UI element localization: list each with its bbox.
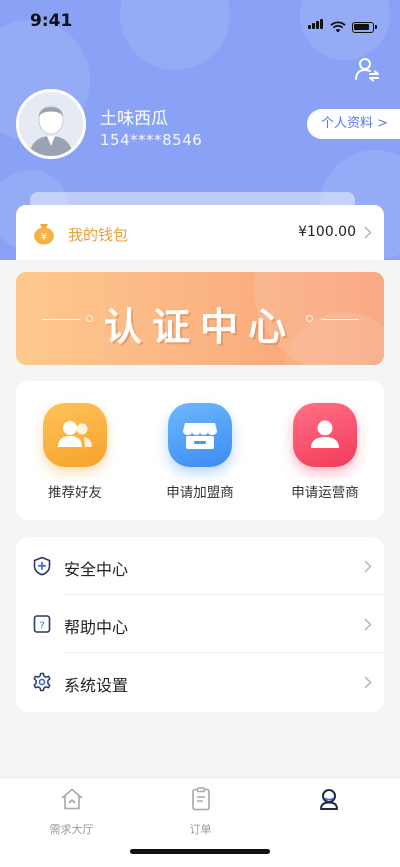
certification-banner[interactable]: 认证中心: [16, 272, 384, 365]
chevron-right-icon: [364, 560, 372, 573]
settings-menu: 安全中心 ? 帮助中心 系统设置: [16, 537, 384, 712]
avatar[interactable]: [16, 89, 86, 159]
menu-label: 安全中心: [64, 560, 129, 579]
action-grid: 推荐好友 申请加盟商 申请运营商: [16, 381, 384, 520]
help-icon: ?: [33, 615, 51, 633]
order-icon: [191, 787, 210, 811]
wallet-label: 我的钱包: [68, 226, 129, 244]
friends-icon: [43, 403, 107, 467]
operator-icon: [293, 403, 357, 467]
gear-icon: [33, 672, 51, 692]
action-label: 申请加盟商: [166, 485, 234, 501]
banner-line-right: [321, 319, 359, 320]
tab-orders[interactable]: 订单: [134, 786, 267, 837]
svg-text:?: ?: [39, 621, 44, 632]
switch-account-icon[interactable]: [354, 56, 380, 82]
battery-icon: [352, 22, 377, 33]
apply-franchisee-button[interactable]: 申请加盟商: [150, 403, 250, 501]
home-indicator: [130, 849, 270, 854]
banner-title: 认证中心: [103, 305, 296, 349]
status-bar: 9:41: [0, 0, 400, 44]
tab-label: 需求大厅: [49, 823, 94, 836]
user-name: 土味西瓜: [100, 109, 168, 129]
wifi-icon: [330, 21, 346, 33]
wallet-row[interactable]: ¥ 我的钱包 ¥100.00: [16, 205, 384, 260]
tab-profile[interactable]: [262, 786, 395, 821]
wallet-amount: ¥100.00: [298, 224, 356, 240]
apply-operator-button[interactable]: 申请运营商: [275, 403, 375, 501]
banner-dot-right: [306, 315, 313, 322]
recommend-friends-button[interactable]: 推荐好友: [25, 403, 125, 501]
menu-item-security[interactable]: 安全中心: [16, 537, 384, 595]
action-label: 申请运营商: [291, 485, 359, 501]
status-time: 9:41: [30, 11, 73, 31]
home-icon: [60, 788, 83, 810]
menu-label: 帮助中心: [64, 618, 129, 637]
svg-text:¥: ¥: [41, 232, 47, 243]
menu-label: 系统设置: [64, 676, 129, 695]
store-icon: [168, 403, 232, 467]
menu-item-help[interactable]: ? 帮助中心: [16, 595, 384, 653]
avatar-placeholder-icon: [19, 92, 83, 156]
tab-label: 订单: [189, 823, 212, 836]
shield-icon: [33, 556, 51, 576]
signal-icon: [308, 14, 324, 33]
profile-button[interactable]: 个人资料 >: [306, 109, 400, 139]
status-icons: [308, 14, 377, 33]
chevron-right-icon: [364, 618, 372, 631]
user-phone: 154****8546: [100, 131, 203, 149]
chevron-right-icon: [364, 226, 372, 239]
chevron-right-icon: [364, 676, 372, 689]
wallet-coin-icon: ¥: [34, 224, 54, 245]
action-label: 推荐好友: [48, 485, 102, 501]
menu-item-settings[interactable]: 系统设置: [16, 653, 384, 711]
profile-icon: [319, 789, 338, 810]
tab-demand-hall[interactable]: 需求大厅: [5, 786, 138, 837]
